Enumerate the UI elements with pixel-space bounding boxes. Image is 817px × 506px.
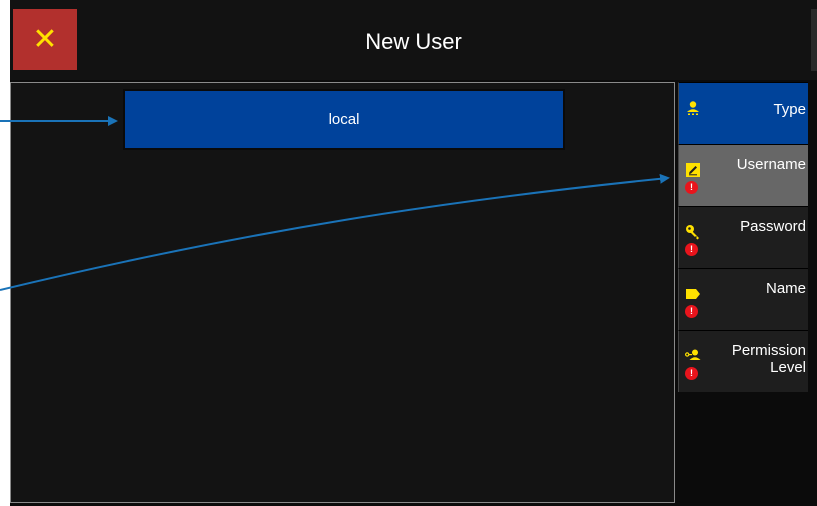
sidebar-item-password[interactable]: ! Password — [678, 206, 808, 268]
permission-icon — [685, 349, 701, 360]
title-bar: ✕ New User — [10, 0, 817, 80]
sidebar-item-label: Username — [736, 156, 806, 173]
sidebar-item-username[interactable]: ! Username — [678, 144, 808, 206]
warning-icon: ! — [685, 181, 698, 194]
page-title: New User — [365, 29, 462, 54]
sidebar-item-label: Permission Level — [732, 342, 806, 376]
warning-icon: ! — [685, 367, 698, 380]
type-options-panel: local — [10, 82, 675, 503]
warning-icon: ! — [685, 305, 698, 318]
sidebar-item-type[interactable]: Type — [678, 82, 808, 144]
sidebar-item-label: Type — [773, 101, 806, 118]
right-edge-strip — [808, 82, 817, 506]
new-user-dialog: ✕ New User local Type ! Username ! Passw… — [10, 0, 817, 506]
sidebar-item-label: Name — [765, 280, 806, 297]
title-bar-edge — [811, 9, 817, 71]
sidebar-item-label: Password — [740, 218, 806, 235]
permission-label-line2: Level — [770, 359, 806, 376]
type-local-label: local — [328, 111, 360, 128]
permission-label-line1: Permission — [731, 342, 806, 359]
close-icon: ✕ — [32, 22, 58, 56]
close-button[interactable]: ✕ — [13, 9, 77, 70]
sidebar-item-permission-level[interactable]: ! Permission Level — [678, 330, 808, 392]
type-local-option[interactable]: local — [123, 89, 565, 150]
tag-icon — [686, 289, 700, 299]
edit-icon — [686, 163, 700, 177]
warning-icon: ! — [685, 243, 698, 256]
key-icon — [686, 225, 699, 240]
sidebar-item-name[interactable]: ! Name — [678, 268, 808, 330]
user-type-icon — [687, 101, 699, 115]
